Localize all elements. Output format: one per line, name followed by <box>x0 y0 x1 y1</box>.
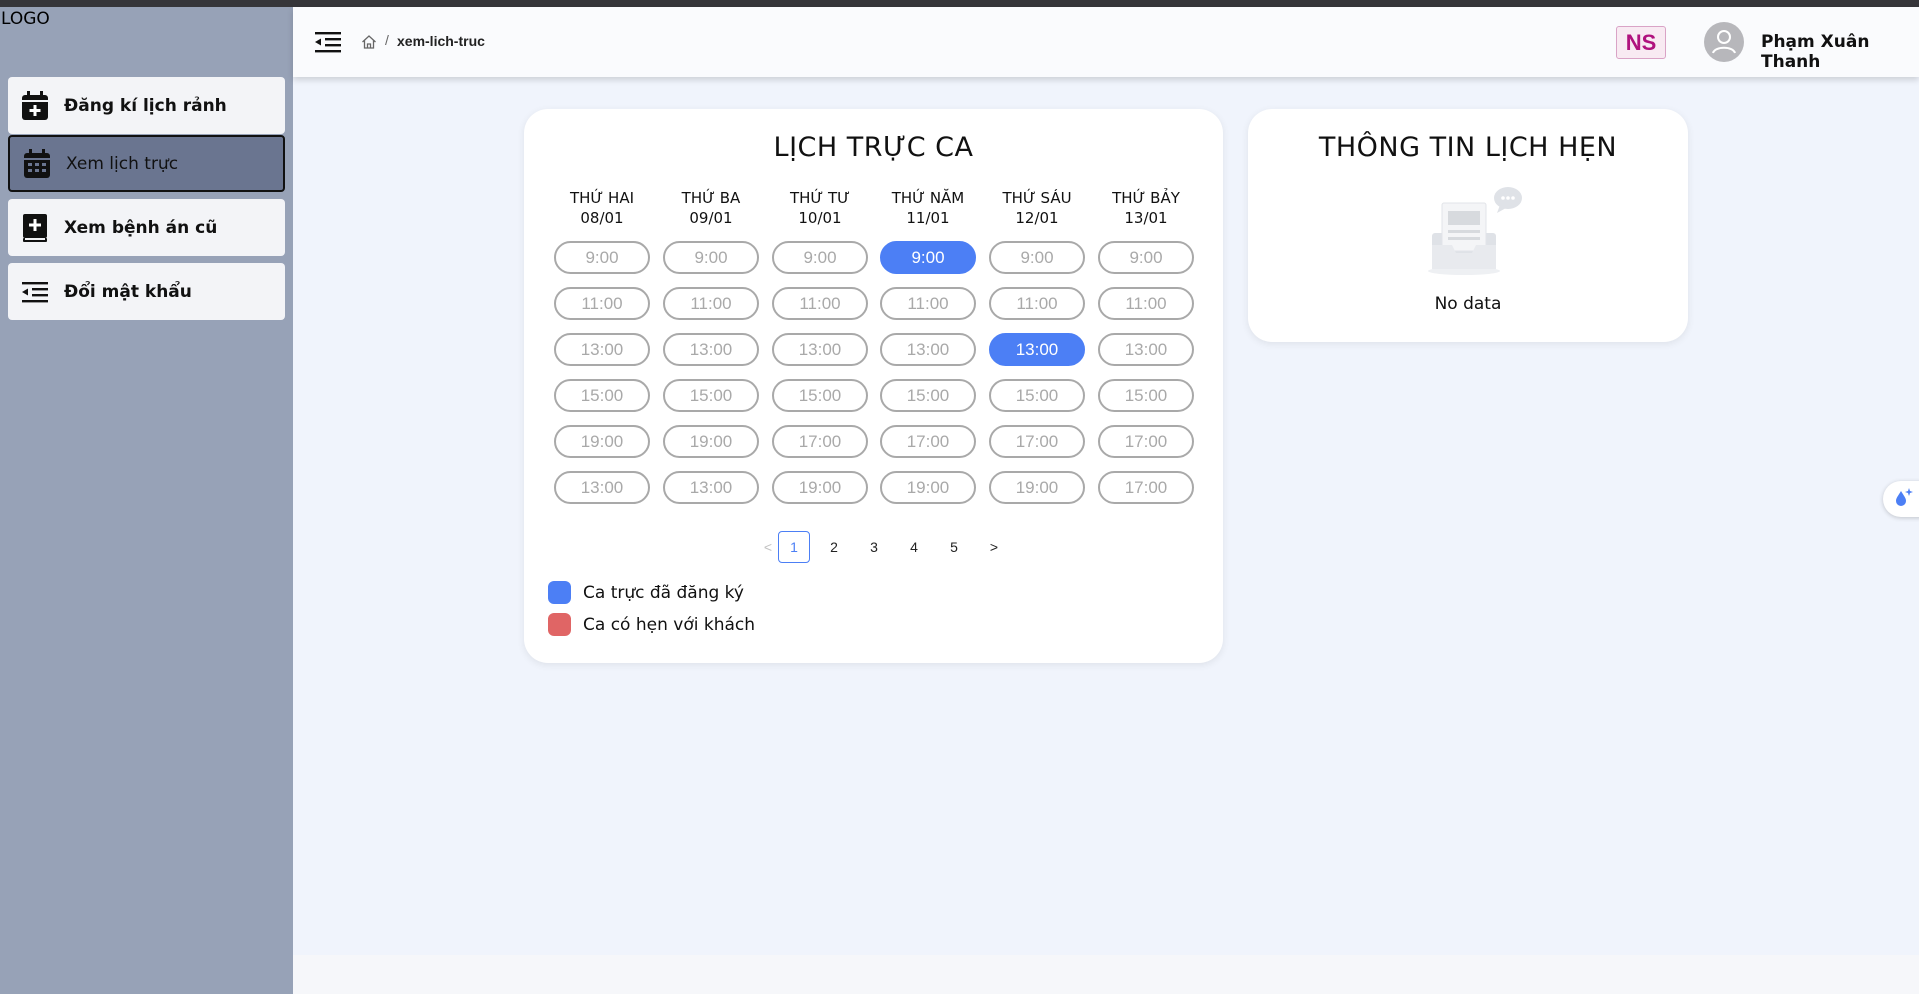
time-slot-button[interactable]: 9:00 <box>772 241 868 274</box>
legend-registered: Ca trực đã đăng ký <box>548 581 744 604</box>
pagination-page-button[interactable]: 3 <box>858 531 890 563</box>
sidebar-item-label: Đăng kí lịch rảnh <box>64 95 227 116</box>
time-slot-button[interactable]: 19:00 <box>663 425 759 458</box>
ns-badge: NS <box>1616 26 1666 59</box>
time-slot-button[interactable]: 15:00 <box>772 379 868 412</box>
sidebar-item-label: Xem bệnh án cũ <box>64 217 218 238</box>
sidebar-item-label: Xem lịch trực <box>66 153 179 174</box>
time-slot-button[interactable]: 13:00 <box>663 471 759 504</box>
calendar-grid-icon <box>22 148 52 179</box>
sidebar: LOGO Đăng kí lịch rảnh Xem lịch trực Xem… <box>0 7 293 994</box>
time-slot-button[interactable]: 19:00 <box>772 471 868 504</box>
pagination-next-button[interactable]: > <box>978 531 1010 563</box>
avatar[interactable] <box>1704 22 1744 62</box>
time-slot-button[interactable]: 13:00 <box>554 471 650 504</box>
floating-assistant-button[interactable] <box>1883 481 1919 517</box>
day-date: 12/01 <box>1015 209 1059 227</box>
day-name: THỨ BẢY <box>1112 189 1180 207</box>
sidebar-item-view-schedule[interactable]: Xem lịch trực <box>8 135 285 192</box>
sidebar-item-register-free-schedule[interactable]: Đăng kí lịch rảnh <box>8 77 285 134</box>
time-slot-button[interactable]: 19:00 <box>989 471 1085 504</box>
time-slot-button[interactable]: 13:00 <box>880 333 976 366</box>
time-slot-button[interactable]: 17:00 <box>1098 425 1194 458</box>
time-slot-button[interactable]: 17:00 <box>880 425 976 458</box>
day-header: THỨ BA 09/01 <box>663 188 759 228</box>
time-slot-button[interactable]: 15:00 <box>989 379 1085 412</box>
top-header: / xem-lich-truc NS Phạm Xuân Thanh <box>293 7 1919 77</box>
appointment-info-title: THÔNG TIN LỊCH HẸN <box>1318 132 1618 163</box>
time-slot-button[interactable]: 11:00 <box>1098 287 1194 320</box>
pagination-page-button[interactable]: 2 <box>818 531 850 563</box>
time-slot-button[interactable]: 11:00 <box>772 287 868 320</box>
time-slot-button[interactable]: 15:00 <box>1098 379 1194 412</box>
sidebar-item-label: Đổi mật khẩu <box>64 281 192 302</box>
indent-list-icon <box>20 277 50 307</box>
day-date: 11/01 <box>906 209 950 227</box>
time-slot-button[interactable]: 11:00 <box>663 287 759 320</box>
sidebar-item-old-medical-records[interactable]: Xem bệnh án cũ <box>8 199 285 256</box>
time-slot-button[interactable]: 9:00 <box>880 241 976 274</box>
menu-collapse-icon[interactable] <box>315 31 341 53</box>
day-name: THỨ NĂM <box>891 189 965 207</box>
legend-label: Ca có hẹn với khách <box>583 614 756 635</box>
time-slot-button[interactable]: 15:00 <box>554 379 650 412</box>
sparkle-drop-icon <box>1892 486 1914 513</box>
day-header: THỨ BẢY 13/01 <box>1098 188 1194 228</box>
sidebar-item-change-password[interactable]: Đổi mật khẩu <box>8 263 285 320</box>
time-slot-button[interactable]: 17:00 <box>989 425 1085 458</box>
time-slot-button[interactable]: 11:00 <box>880 287 976 320</box>
time-slot-button[interactable]: 19:00 <box>880 471 976 504</box>
day-header: THỨ HAI 08/01 <box>554 188 650 228</box>
time-slot-button[interactable]: 13:00 <box>772 333 868 366</box>
day-header: THỨ NĂM 11/01 <box>880 188 976 228</box>
day-date: 10/01 <box>798 209 842 227</box>
window-top-strip <box>0 0 1919 7</box>
time-slot-button[interactable]: 13:00 <box>663 333 759 366</box>
legend-swatch-blue <box>548 581 571 604</box>
time-slot-button[interactable]: 15:00 <box>663 379 759 412</box>
legend-appointment: Ca có hẹn với khách <box>548 613 755 636</box>
empty-text: No data <box>1434 294 1502 314</box>
time-slot-button[interactable]: 11:00 <box>989 287 1085 320</box>
app-logo: LOGO <box>1 9 50 29</box>
user-name[interactable]: Phạm Xuân Thanh <box>1761 32 1919 72</box>
time-slot-button[interactable]: 13:00 <box>554 333 650 366</box>
pagination-page-button[interactable]: 5 <box>938 531 970 563</box>
time-slot-button[interactable]: 13:00 <box>989 333 1085 366</box>
time-slot-button[interactable]: 9:00 <box>1098 241 1194 274</box>
day-name: THỨ TƯ <box>789 189 851 207</box>
legend-label: Ca trực đã đăng ký <box>583 582 744 603</box>
day-header: THỨ SÁU 12/01 <box>989 188 1085 228</box>
schedule-title: LỊCH TRỰC CA <box>773 132 974 163</box>
calendar-plus-icon <box>20 90 50 121</box>
breadcrumb-separator: / <box>385 32 389 48</box>
time-slot-button[interactable]: 19:00 <box>554 425 650 458</box>
breadcrumb-current: xem-lich-truc <box>397 33 485 49</box>
time-slot-button[interactable]: 9:00 <box>989 241 1085 274</box>
time-slot-button[interactable]: 9:00 <box>663 241 759 274</box>
day-date: 08/01 <box>580 209 624 227</box>
empty-inbox-icon <box>1424 183 1524 283</box>
pagination-page-button[interactable]: 4 <box>898 531 930 563</box>
time-slot-button[interactable]: 15:00 <box>880 379 976 412</box>
legend-swatch-red <box>548 613 571 636</box>
time-slot-button[interactable]: 11:00 <box>554 287 650 320</box>
day-header: THỨ TƯ 10/01 <box>772 188 868 228</box>
time-slot-button[interactable]: 9:00 <box>554 241 650 274</box>
appointment-info-card: THÔNG TIN LỊCH HẸN No data <box>1248 109 1688 342</box>
home-icon[interactable] <box>361 34 377 50</box>
time-slot-button[interactable]: 13:00 <box>1098 333 1194 366</box>
day-name: THỨ SÁU <box>1002 189 1072 207</box>
medical-book-icon <box>20 213 50 243</box>
footer-strip <box>293 955 1919 994</box>
day-name: THỨ HAI <box>569 189 635 207</box>
time-slot-button[interactable]: 17:00 <box>1098 471 1194 504</box>
day-name: THỨ BA <box>681 189 741 207</box>
day-date: 09/01 <box>689 209 733 227</box>
time-slot-button[interactable]: 17:00 <box>772 425 868 458</box>
day-date: 13/01 <box>1124 209 1168 227</box>
pagination-page-button[interactable]: 1 <box>778 531 810 563</box>
schedule-card: LỊCH TRỰC CA THỨ HAI 08/01 9:00 11:00 13:00 1… <box>524 109 1223 663</box>
